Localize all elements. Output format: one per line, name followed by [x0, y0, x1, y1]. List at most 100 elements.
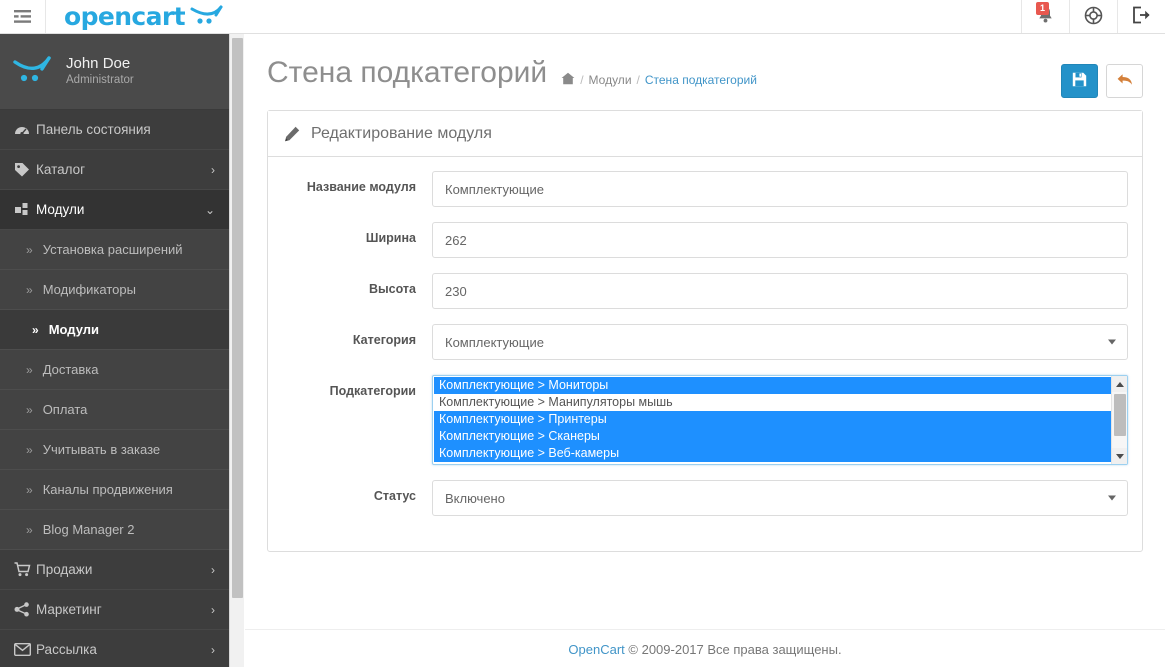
form-row-category: Категория Комплектующие: [282, 324, 1128, 360]
notification-count-badge: 1: [1036, 2, 1049, 15]
form-row-module-name: Название модуля Комплектующие: [282, 171, 1128, 207]
logout-button[interactable]: [1117, 0, 1165, 33]
chevron-down-icon: [1108, 340, 1116, 345]
sidebar-sublabel: Модификаторы: [43, 282, 136, 297]
sidebar-sublabel: Blog Manager 2: [43, 522, 135, 537]
double-chevron-icon: »: [26, 243, 33, 257]
scrollbar-track[interactable]: [1112, 392, 1127, 448]
sidebar-sublabel: Установка расширений: [43, 242, 183, 257]
sidebar-subitem-shipping[interactable]: » Доставка: [0, 350, 229, 390]
breadcrumb-separator: /: [637, 73, 640, 87]
chevron-down-icon: ⌄: [205, 203, 215, 217]
sidebar-nav: Панель состояния Каталог › Модули: [0, 110, 229, 667]
sidebar-subitem-extension-install[interactable]: » Установка расширений: [0, 230, 229, 270]
double-chevron-icon: »: [26, 403, 33, 417]
sidebar-subitem-feeds[interactable]: » Каналы продвижения: [0, 470, 229, 510]
sidebar-subitem-modifiers[interactable]: » Модификаторы: [0, 270, 229, 310]
list-item[interactable]: Комплектующие > Принтеры: [434, 411, 1111, 428]
cart-icon: [14, 562, 36, 577]
page-scrollbar-thumb[interactable]: [232, 38, 243, 598]
brand-name: opencart: [64, 2, 185, 31]
sidebar-sublabel: Оплата: [43, 402, 88, 417]
sidebar-profile[interactable]: John Doe Administrator: [0, 34, 229, 110]
sidebar-item-catalog[interactable]: Каталог ›: [0, 150, 229, 190]
sidebar-label: Рассылка: [36, 642, 211, 657]
brand-logo[interactable]: opencart: [46, 0, 242, 33]
sidebar-subitem-modules[interactable]: » Модули: [0, 310, 229, 350]
subcategories-option-list: Комплектующие > Мониторы Комплектующие >…: [434, 377, 1111, 464]
back-arrow-icon: [1117, 73, 1133, 90]
chevron-right-icon: ›: [211, 643, 215, 657]
sidebar-label: Каталог: [36, 162, 211, 177]
status-select[interactable]: Включено: [432, 480, 1128, 516]
scrollbar-thumb[interactable]: [1114, 394, 1126, 436]
footer-copyright-text: © 2009-2017 Все права защищены.: [625, 642, 842, 657]
label-category: Категория: [282, 324, 432, 347]
notifications-button[interactable]: 1: [1021, 0, 1069, 33]
height-input[interactable]: 230: [432, 273, 1128, 309]
panel-header: Редактирование модуля: [268, 111, 1142, 157]
main-content: Стена подкатегорий / Модули / Стена подк…: [245, 34, 1165, 667]
list-item[interactable]: Комплектующие > Сканеры: [434, 428, 1111, 445]
subcategories-scrollbar[interactable]: [1111, 376, 1127, 464]
profile-cart-icon: [12, 55, 54, 88]
chevron-down-icon: [1108, 496, 1116, 501]
sidebar-toggle-button[interactable]: [0, 0, 46, 33]
breadcrumb-link-modules[interactable]: Модули: [589, 73, 632, 87]
breadcrumb-home-link[interactable]: [561, 72, 575, 88]
module-name-input[interactable]: Комплектующие: [432, 171, 1128, 207]
support-button[interactable]: [1069, 0, 1117, 33]
double-chevron-icon: »: [26, 283, 33, 297]
category-select-value: Комплектующие: [445, 335, 544, 350]
panel-body: Название модуля Комплектующие Ширина 262…: [268, 157, 1142, 551]
subcategories-multiselect[interactable]: Комплектующие > Мониторы Комплектующие >…: [432, 375, 1128, 465]
sidebar-item-mail[interactable]: Рассылка ›: [0, 630, 229, 667]
pencil-icon: [284, 126, 300, 142]
dashboard-icon: [14, 123, 36, 137]
scroll-down-arrow-icon[interactable]: [1112, 448, 1127, 464]
lifebuoy-icon: [1084, 6, 1103, 28]
list-item[interactable]: Комплектующие > Веб-камеры: [434, 445, 1111, 462]
breadcrumb-link-current[interactable]: Стена подкатегорий: [645, 73, 757, 87]
status-select-value: Включено: [445, 491, 505, 506]
label-subcategories: Подкатегории: [282, 375, 432, 398]
double-chevron-icon: »: [26, 363, 33, 377]
page-scrollbar[interactable]: [229, 34, 244, 667]
logout-icon: [1132, 6, 1151, 27]
list-item[interactable]: Комплектующие > Мониторы: [434, 377, 1111, 394]
page-header: Стена подкатегорий / Модули / Стена подк…: [245, 34, 1165, 110]
panel-title: Редактирование модуля: [311, 125, 492, 143]
double-chevron-icon: »: [26, 483, 33, 497]
sidebar-subitem-blog-manager[interactable]: » Blog Manager 2: [0, 510, 229, 550]
page-title: Стена подкатегорий: [267, 54, 547, 92]
sidebar-subitem-payment[interactable]: » Оплата: [0, 390, 229, 430]
sidebar-item-marketing[interactable]: Маркетинг ›: [0, 590, 229, 630]
profile-name: John Doe: [66, 55, 134, 73]
tag-icon: [14, 162, 36, 177]
label-width: Ширина: [282, 222, 432, 245]
width-input[interactable]: 262: [432, 222, 1128, 258]
sidebar-sublabel: Доставка: [43, 362, 99, 377]
list-item[interactable]: Комплектующие > Манипуляторы мышь: [434, 394, 1111, 411]
footer-opencart-link[interactable]: OpenCart: [568, 642, 624, 657]
sidebar-sublabel: Модули: [49, 322, 99, 337]
back-button[interactable]: [1106, 64, 1143, 98]
sidebar-subitem-order-totals[interactable]: » Учитывать в заказе: [0, 430, 229, 470]
sidebar-label: Маркетинг: [36, 602, 211, 617]
breadcrumb: / Модули / Стена подкатегорий: [561, 72, 757, 88]
sidebar-item-dashboard[interactable]: Панель состояния: [0, 110, 229, 150]
sidebar-item-sales[interactable]: Продажи ›: [0, 550, 229, 590]
label-height: Высота: [282, 273, 432, 296]
form-row-height: Высота 230: [282, 273, 1128, 309]
label-status: Статус: [282, 480, 432, 503]
sidebar-item-modules[interactable]: Модули ⌄: [0, 190, 229, 230]
topbar-spacer: [242, 0, 1021, 33]
sidebar-sublabel: Каналы продвижения: [43, 482, 173, 497]
label-module-name: Название модуля: [282, 171, 432, 194]
save-button[interactable]: [1061, 64, 1098, 98]
form-row-subcategories: Подкатегории Комплектующие > Мониторы Ко…: [282, 375, 1128, 465]
chevron-right-icon: ›: [211, 603, 215, 617]
top-header-bar: opencart 1: [0, 0, 1165, 34]
category-select[interactable]: Комплектующие: [432, 324, 1128, 360]
scroll-up-arrow-icon[interactable]: [1112, 376, 1127, 392]
